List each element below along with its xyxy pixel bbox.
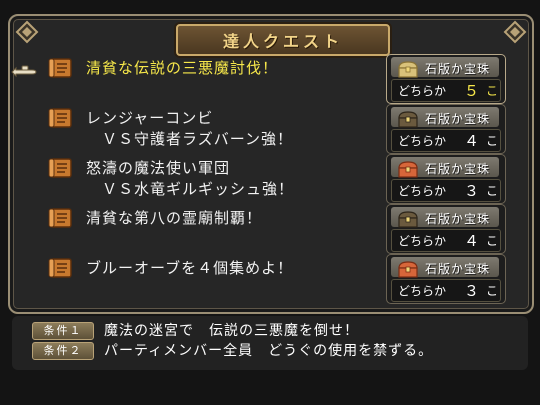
either-label: どちらか bbox=[398, 134, 447, 148]
window-title: 達人クエスト bbox=[222, 32, 343, 51]
treasure-chest-icon bbox=[398, 211, 418, 228]
reward-unit: こ bbox=[486, 134, 499, 148]
either-label: どちらか bbox=[398, 84, 447, 98]
condition-text: パーティメンバー全員 どうぐの使用を禁ずる。 bbox=[104, 343, 434, 359]
treasure-chest-icon bbox=[398, 261, 418, 278]
window-title-plate: 達人クエスト bbox=[176, 24, 390, 56]
reward-type: 石版か宝珠 bbox=[425, 262, 491, 276]
reward-unit: こ bbox=[486, 184, 499, 198]
quest-scroll-icon bbox=[48, 158, 72, 178]
reward-count: ４ bbox=[464, 232, 480, 250]
quest-scroll-icon bbox=[48, 108, 72, 128]
reward-count-row: どちらか ５ こ bbox=[391, 79, 501, 102]
pointer-hand-icon bbox=[11, 65, 37, 78]
quest-name: 怒濤の魔法使い軍団 ＶＳ水竜ギルギッシュ強！ bbox=[86, 159, 295, 198]
reward-header: 石版か宝珠 bbox=[391, 207, 499, 228]
reward-count: ４ bbox=[464, 132, 480, 150]
reward-count: ３ bbox=[464, 182, 480, 200]
reward-type: 石版か宝珠 bbox=[425, 62, 491, 76]
either-label: どちらか bbox=[398, 234, 447, 248]
quest-item[interactable]: ブルーオーブを４個集めよ！ 石版か宝珠どちらか ３ こ bbox=[46, 254, 510, 304]
quest-name: レンジャーコンビ ＶＳ守護者ラズバーン強！ bbox=[86, 109, 293, 148]
quest-item[interactable]: 怒濤の魔法使い軍団 ＶＳ水竜ギルギッシュ強！ 石版か宝珠どちらか ３ こ bbox=[46, 154, 510, 204]
reward-header: 石版か宝珠 bbox=[391, 107, 499, 128]
reward-box: 石版か宝珠どちらか ３ こ bbox=[386, 254, 506, 304]
condition-badge: 条件２ bbox=[32, 342, 94, 360]
reward-count: ５ bbox=[464, 82, 480, 100]
condition-text: 魔法の迷宮で 伝説の三悪魔を倒せ！ bbox=[104, 323, 359, 339]
reward-header: 石版か宝珠 bbox=[391, 57, 499, 78]
reward-box: 石版か宝珠どちらか ４ こ bbox=[386, 204, 506, 254]
reward-header: 石版か宝珠 bbox=[391, 157, 499, 178]
reward-type: 石版か宝珠 bbox=[425, 162, 491, 176]
reward-count: ３ bbox=[464, 282, 480, 300]
corner-ornament-icon bbox=[503, 20, 527, 44]
either-label: どちらか bbox=[398, 184, 447, 198]
conditions-panel: 条件１ 魔法の迷宮で 伝説の三悪魔を倒せ！ 条件２ パーティメンバー全員 どうぐ… bbox=[12, 316, 528, 370]
quest-scroll-icon bbox=[48, 208, 72, 228]
treasure-chest-icon bbox=[398, 61, 418, 78]
quest-scroll-icon bbox=[48, 258, 72, 278]
reward-unit: こ bbox=[486, 84, 499, 98]
quest-name: 清貧な第八の霊廟制覇！ bbox=[86, 209, 263, 227]
reward-unit: こ bbox=[486, 234, 499, 248]
reward-count-row: どちらか ３ こ bbox=[391, 279, 501, 302]
quest-name: ブルーオーブを４個集めよ！ bbox=[86, 259, 294, 277]
quest-item[interactable]: 清貧な伝説の三悪魔討伐！ 石版か宝珠どちらか ５ こ bbox=[46, 54, 510, 104]
reward-box: 石版か宝珠どちらか ３ こ bbox=[386, 154, 506, 204]
reward-count-row: どちらか ３ こ bbox=[391, 179, 501, 202]
treasure-chest-icon bbox=[398, 161, 418, 178]
reward-header: 石版か宝珠 bbox=[391, 257, 499, 278]
reward-unit: こ bbox=[486, 284, 499, 298]
quest-scroll-icon bbox=[48, 58, 72, 78]
reward-box: 石版か宝珠どちらか ５ こ bbox=[386, 54, 506, 104]
quest-list-window: 達人クエスト 清貧な伝説の三悪魔討伐！ 石版か宝珠 どちらか ５ こレンジャーコンビ Ｖ… bbox=[8, 14, 534, 314]
reward-type: 石版か宝珠 bbox=[425, 112, 491, 126]
reward-box: 石版か宝珠どちらか ４ こ bbox=[386, 104, 506, 154]
quest-name: 清貧な伝説の三悪魔討伐！ bbox=[86, 59, 279, 77]
quest-item[interactable]: 清貧な第八の霊廟制覇！ 石版か宝珠どちらか ４ こ bbox=[46, 204, 510, 254]
either-label: どちらか bbox=[398, 284, 447, 298]
reward-type: 石版か宝珠 bbox=[425, 212, 491, 226]
condition-badge: 条件１ bbox=[32, 322, 94, 340]
quest-item[interactable]: レンジャーコンビ ＶＳ守護者ラズバーン強！ 石版か宝珠どちらか ４ こ bbox=[46, 104, 510, 154]
reward-count-row: どちらか ４ こ bbox=[391, 229, 501, 252]
corner-ornament-icon bbox=[15, 20, 39, 44]
reward-count-row: どちらか ４ こ bbox=[391, 129, 501, 152]
treasure-chest-icon bbox=[398, 111, 418, 128]
